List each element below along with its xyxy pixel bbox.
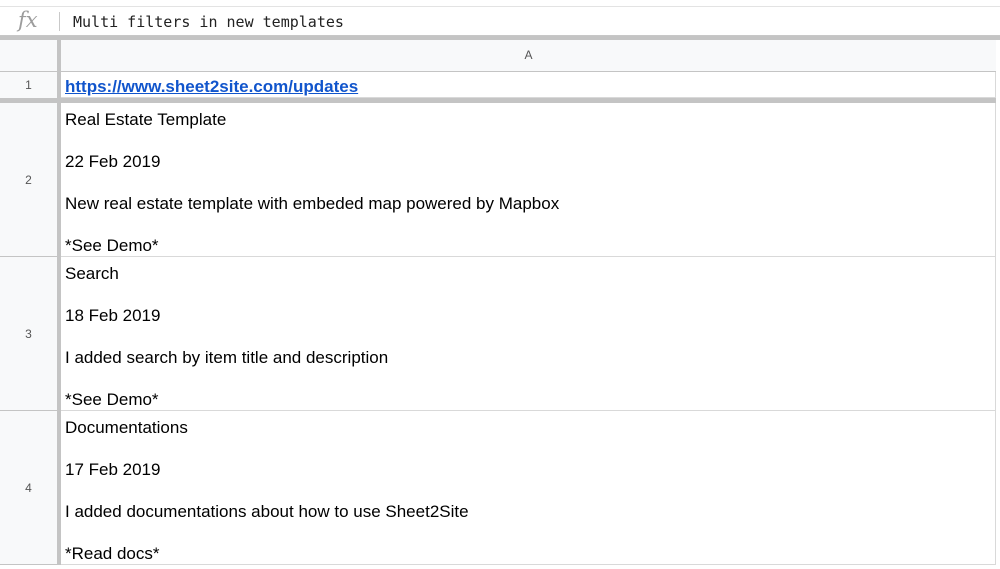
function-icon: fx [18,8,38,32]
cell-line: New real estate template with embeded ma… [65,194,560,213]
formula-bar: fx Multi filters in new templates [0,6,1000,36]
cell-line: *See Demo* [65,236,159,255]
cell-line: 22 Feb 2019 [65,152,161,171]
cell-line: Documentations [65,418,188,437]
cell-line: Real Estate Template [65,110,227,129]
formula-bar-separator [59,12,60,31]
updates-link[interactable]: https://www.sheet2site.com/updates [65,77,358,97]
select-all-corner[interactable] [0,40,61,72]
cell-a4[interactable]: Documentations 17 Feb 2019 I added docum… [61,411,996,565]
row-header-1[interactable]: 1 [0,72,61,99]
cell-a1[interactable]: https://www.sheet2site.com/updates [61,72,996,98]
grid-right-edge [996,40,1000,569]
cell-line: 18 Feb 2019 [65,306,161,325]
column-header-a[interactable]: A [61,40,997,72]
cell-line: *Read docs* [65,544,160,563]
row-header-2[interactable]: 2 [0,103,61,257]
cell-line: I added search by item title and descrip… [65,348,389,367]
cell-line: 17 Feb 2019 [65,460,161,479]
cell-a2[interactable]: Real Estate Template 22 Feb 2019 New rea… [61,103,996,257]
row-header-4[interactable]: 4 [0,411,61,565]
cell-a3[interactable]: Search 18 Feb 2019 I added search by ite… [61,257,996,411]
cell-line: I added documentations about how to use … [65,502,469,521]
row-header-3[interactable]: 3 [0,257,61,411]
spreadsheet-grid: A 1 https://www.sheet2site.com/updates 2… [0,40,1000,569]
formula-input[interactable]: Multi filters in new templates [73,13,344,31]
cell-line: *See Demo* [65,390,159,409]
cell-line: Search [65,264,119,283]
